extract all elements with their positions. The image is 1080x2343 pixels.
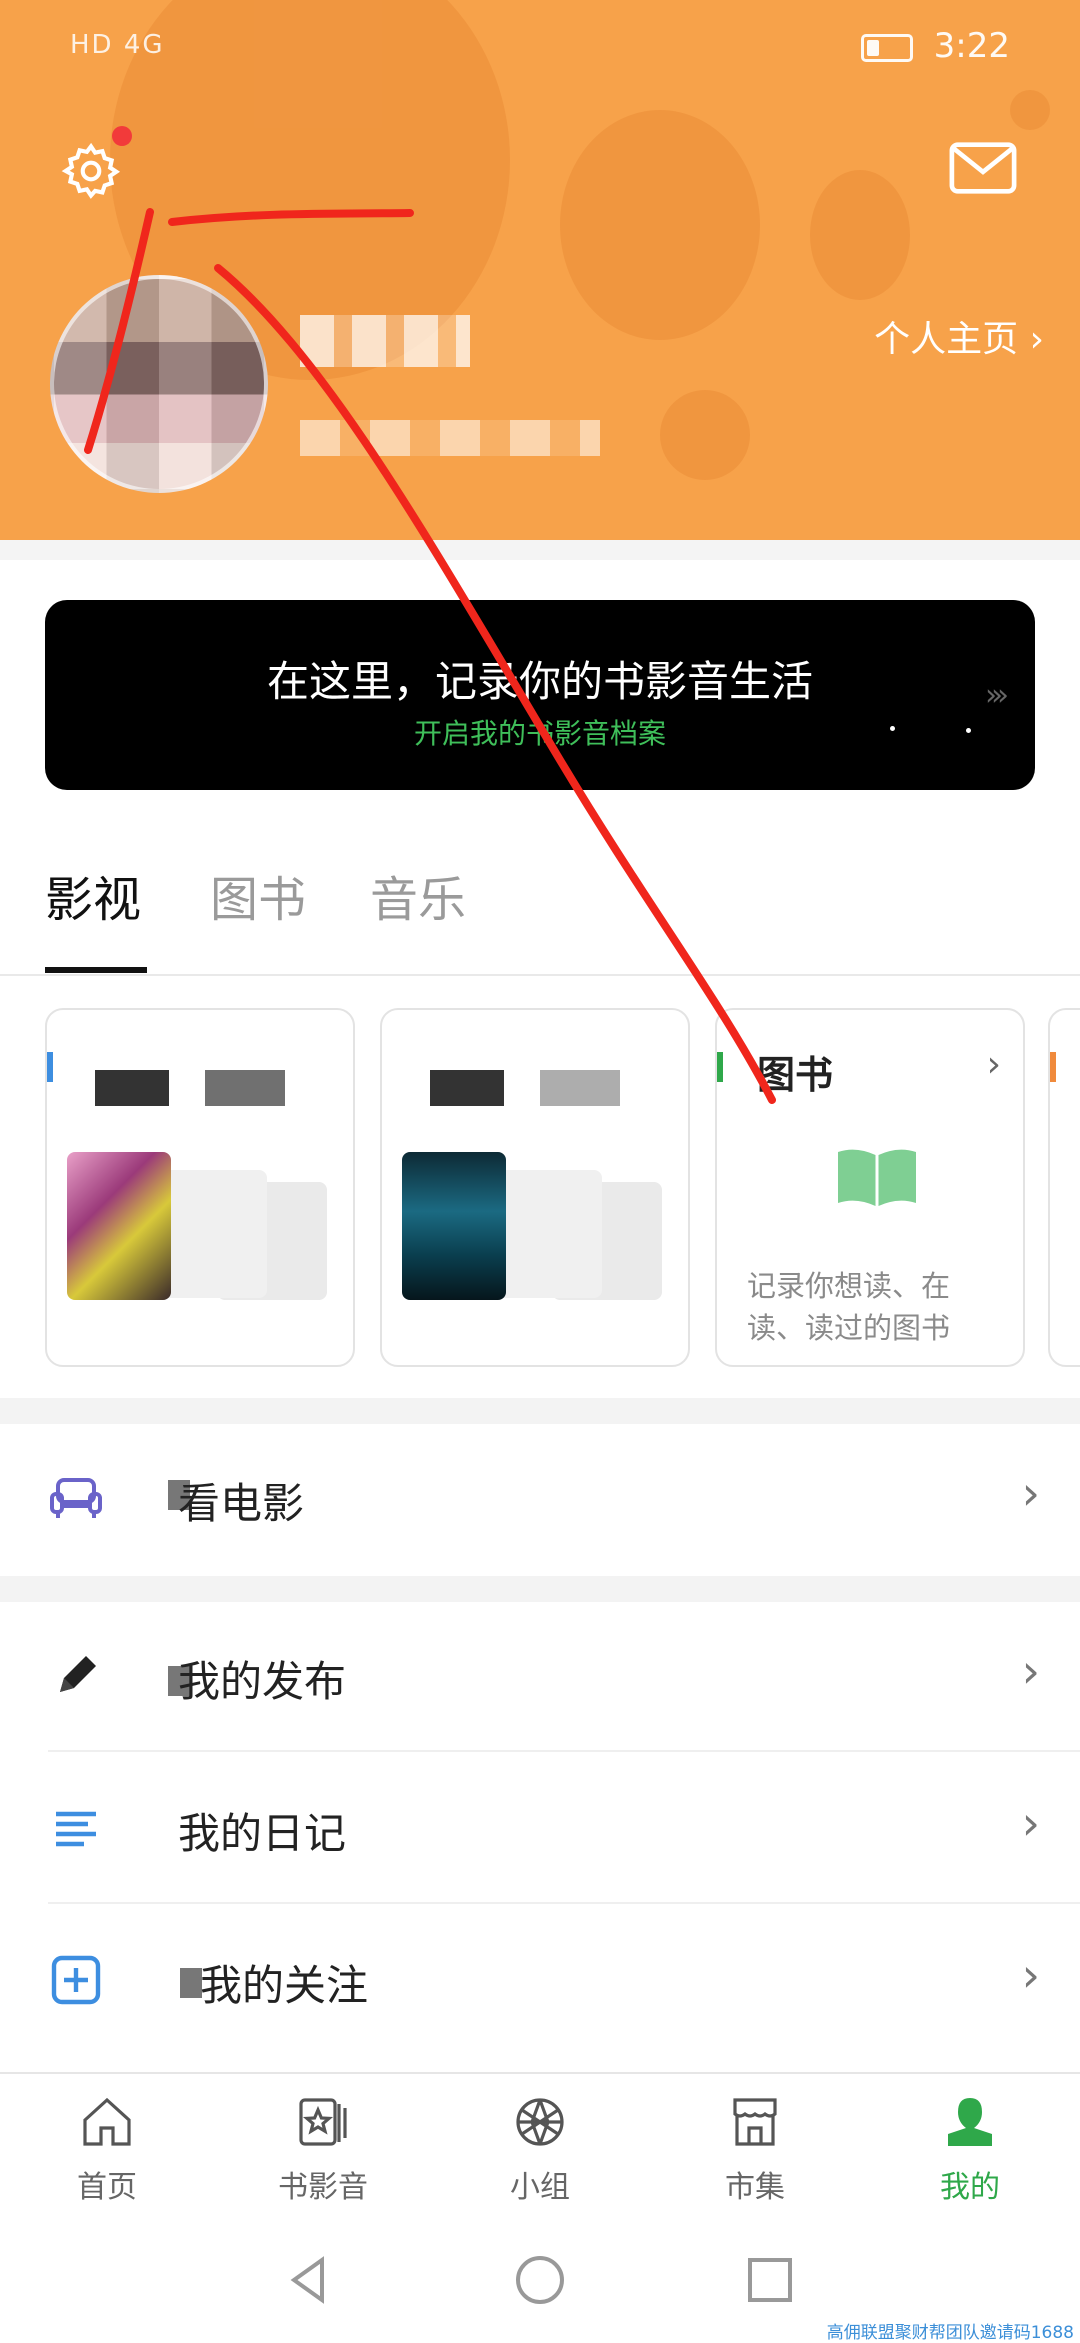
nav-mine[interactable]: 我的 bbox=[890, 2092, 1050, 2206]
tab-music[interactable]: 音乐 bbox=[370, 860, 466, 930]
mail-icon[interactable] bbox=[948, 140, 1018, 196]
media-card-tv[interactable] bbox=[380, 1008, 690, 1367]
list-item-label: 我的发布 bbox=[178, 1657, 347, 1706]
nav-groups[interactable]: 小组 bbox=[460, 2092, 620, 2206]
header-decoration bbox=[660, 390, 750, 480]
back-triangle-icon[interactable] bbox=[282, 2252, 338, 2308]
battery-icon bbox=[860, 33, 913, 62]
media-card-movies[interactable] bbox=[45, 1008, 355, 1367]
notification-dot bbox=[112, 126, 132, 146]
media-card-books[interactable]: 图书 › 记录你想读、在读、读过的图书 bbox=[715, 1008, 1025, 1367]
nav-label: 市集 bbox=[725, 2170, 785, 2205]
list-item-label: 我的日记 bbox=[178, 1809, 347, 1858]
shop-icon bbox=[733, 2098, 777, 2146]
section-gap bbox=[0, 1576, 1080, 1602]
list-item-posts[interactable]: 我的发布 › bbox=[0, 1602, 1080, 1752]
nav-label: 我的 bbox=[940, 2170, 1000, 2205]
list-item-movies[interactable]: 看电影 › bbox=[0, 1424, 1080, 1574]
group-ball-icon bbox=[516, 2098, 564, 2146]
bottom-nav: 首页 书影音 小组 市集 我的 bbox=[0, 2072, 1080, 2224]
banner-decoration bbox=[890, 726, 895, 731]
chevron-right-icon: › bbox=[1021, 1466, 1040, 1520]
chevron-right-icon: › bbox=[986, 1044, 1001, 1085]
home-icon bbox=[83, 2097, 131, 2146]
avatar[interactable] bbox=[50, 275, 268, 493]
banner-subtitle: 开启我的书影音档案 bbox=[413, 717, 666, 750]
card-marker bbox=[717, 1052, 723, 1082]
section-gap bbox=[0, 1398, 1080, 1424]
banner-decoration bbox=[966, 728, 971, 733]
nav-label: 首页 bbox=[77, 2170, 137, 2205]
armchair-icon bbox=[50, 1478, 102, 1518]
chevron-right-icon: › bbox=[1021, 1796, 1040, 1850]
card-title: 图书 bbox=[757, 1053, 834, 1097]
person-icon bbox=[948, 2098, 992, 2146]
card-title-redacted bbox=[205, 1070, 285, 1106]
card-title-redacted bbox=[95, 1070, 169, 1106]
divider bbox=[0, 974, 1080, 976]
nav-media[interactable]: 书影音 bbox=[243, 2092, 403, 2206]
card-description: 记录你想读、在读、读过的图书 bbox=[747, 1269, 951, 1345]
banner-arrow-icon: ››› bbox=[985, 678, 1009, 713]
list-item-diary[interactable]: 我的日记 › bbox=[0, 1754, 1080, 1904]
card-title-redacted bbox=[430, 1070, 504, 1106]
redaction bbox=[180, 1968, 202, 1998]
clock: 3:22 bbox=[933, 26, 1010, 66]
profile-header: HD 4G 3:22 个人主页 › bbox=[0, 0, 1080, 540]
header-decoration bbox=[560, 110, 760, 340]
nav-market[interactable]: 市集 bbox=[675, 2092, 835, 2206]
divider bbox=[48, 1902, 1080, 1904]
tab-books[interactable]: 图书 bbox=[210, 860, 306, 930]
network-indicator: HD 4G bbox=[70, 30, 165, 60]
status-bar: HD 4G 3:22 bbox=[0, 22, 1080, 82]
nav-label: 小组 bbox=[510, 2170, 570, 2205]
card-marker bbox=[1050, 1052, 1056, 1082]
chevron-right-icon: › bbox=[1021, 1948, 1040, 2002]
nav-label: 书影音 bbox=[278, 2170, 368, 2205]
divider bbox=[48, 1750, 1080, 1752]
home-circle-icon[interactable] bbox=[512, 2252, 568, 2308]
list-item-following[interactable]: 我的关注 › bbox=[0, 1906, 1080, 2056]
lines-icon bbox=[56, 1811, 96, 1847]
header-decoration bbox=[810, 170, 910, 300]
placeholder-cover bbox=[157, 1170, 267, 1298]
list-item-label: 看电影 bbox=[178, 1479, 305, 1528]
card-marker bbox=[47, 1052, 53, 1082]
status-right: 3:22 bbox=[860, 26, 1010, 66]
archive-banner[interactable]: 在这里，记录你的书影音生活 开启我的书影音档案 ››› bbox=[45, 600, 1035, 790]
nav-home[interactable]: 首页 bbox=[27, 2092, 187, 2206]
poster-thumbnail bbox=[67, 1152, 171, 1300]
username-redacted bbox=[300, 315, 470, 367]
tab-movies[interactable]: 影视 bbox=[45, 860, 141, 930]
chevron-right-icon: › bbox=[1021, 1644, 1040, 1698]
header-decoration bbox=[1010, 90, 1050, 130]
recents-square-icon[interactable] bbox=[742, 2252, 798, 2308]
star-cards-icon bbox=[299, 2098, 347, 2146]
active-tab-indicator bbox=[45, 967, 147, 973]
card-title-redacted bbox=[540, 1070, 620, 1106]
banner-title: 在这里，记录你的书影音生活 bbox=[266, 657, 813, 706]
media-card-music-partial[interactable] bbox=[1048, 1008, 1080, 1367]
open-book-icon bbox=[838, 1149, 916, 1206]
placeholder-cover bbox=[492, 1170, 602, 1298]
list-item-label: 我的关注 bbox=[200, 1961, 369, 2010]
poster-thumbnail bbox=[402, 1152, 506, 1300]
pencil-icon bbox=[60, 1656, 96, 1692]
profile-homepage-link[interactable]: 个人主页 › bbox=[874, 310, 1044, 362]
divider bbox=[0, 540, 1080, 560]
settings-gear-icon[interactable] bbox=[60, 140, 122, 202]
watermark-text: 高佣联盟聚财帮团队邀请码1688 bbox=[826, 2323, 1074, 2343]
plus-square-icon bbox=[51, 1955, 101, 2005]
user-subtitle-redacted bbox=[300, 420, 600, 456]
